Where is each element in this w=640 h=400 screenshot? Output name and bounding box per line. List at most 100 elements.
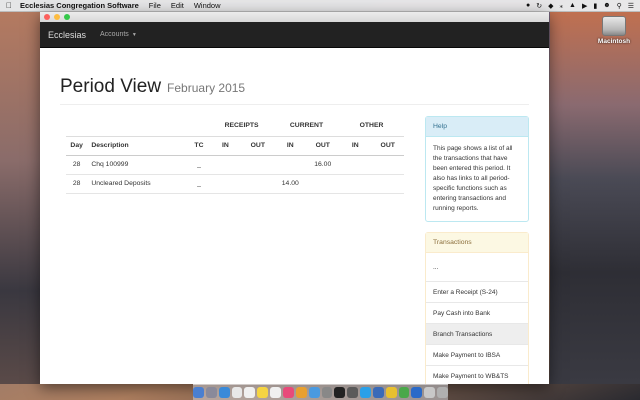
macos-dock	[193, 384, 448, 400]
safari-icon[interactable]	[218, 387, 230, 398]
group-receipts: RECEIPTS	[224, 122, 259, 130]
macos-menubar:  Ecclesias Congregation Software File E…	[0, 0, 640, 12]
cell-current-out	[306, 174, 339, 194]
list-item-payment-wbts[interactable]: Make Payment to WB&TS	[426, 365, 528, 384]
downloads-icon[interactable]	[424, 387, 436, 398]
launchpad-icon[interactable]	[205, 387, 217, 398]
notes-icon[interactable]	[257, 387, 269, 398]
dropbox-icon[interactable]: ◆	[548, 2, 553, 10]
list-item-branch-transactions[interactable]: Branch Transactions	[426, 323, 528, 344]
sidebar-column: Help This page shows a list of all the t…	[425, 116, 529, 384]
ibooks-icon[interactable]	[295, 387, 307, 398]
list-item-enter-receipt[interactable]: Enter a Receipt (S-24)	[426, 281, 528, 302]
cell-other-in	[338, 155, 372, 175]
cell-day: 28	[66, 155, 88, 175]
reminders-icon[interactable]	[270, 387, 281, 398]
terminal-icon[interactable]	[334, 387, 346, 398]
group-spacer	[66, 116, 209, 136]
page-header: Period View February 2015	[60, 76, 529, 105]
table-group-row: RECEIPTS CURRENT OTHER	[66, 116, 404, 136]
list-item-pay-cash-into-bank[interactable]: Pay Cash into Bank	[426, 302, 528, 323]
desktop-background-left	[0, 12, 40, 384]
cell-tc: _	[188, 174, 210, 194]
bluetooth-icon[interactable]: ⁎	[560, 2, 564, 10]
menu-edit[interactable]: Edit	[171, 1, 184, 10]
wifi-icon[interactable]: ▲	[569, 2, 576, 9]
word-icon[interactable]	[372, 387, 384, 398]
apple-icon[interactable]: 	[6, 1, 12, 10]
skype-icon[interactable]	[360, 387, 371, 398]
transactions-panel: Transactions ... Enter a Receipt (S-24) …	[425, 232, 529, 384]
cell-receipts-in	[209, 155, 242, 175]
zoom-window-button[interactable]	[64, 14, 70, 20]
menu-window[interactable]: Window	[194, 1, 221, 10]
itunes-icon[interactable]	[282, 387, 294, 398]
cell-description: Chq 100999	[87, 155, 189, 175]
col-receipts-in: IN	[209, 135, 242, 156]
cell-receipts-out	[241, 155, 275, 175]
macintosh-hd-icon[interactable]: Macintosh	[594, 16, 634, 45]
col-current-out: OUT	[306, 135, 339, 156]
menubar-status-icons: ● ↻ ◆ ⁎ ▲ ▶ ▮ ☻ ⚲ ☰	[526, 2, 640, 10]
help-panel-title: Help	[426, 117, 528, 137]
trash-icon[interactable]	[437, 387, 448, 398]
top-navbar: Ecclesias Accounts ▼	[40, 22, 549, 48]
page-content: Period View February 2015 RECEIPTS CURRE…	[40, 76, 549, 384]
battery-icon[interactable]: ▮	[593, 2, 597, 10]
col-other-out: OUT	[371, 135, 404, 156]
col-tc: TC	[188, 135, 210, 156]
period-transactions-table: RECEIPTS CURRENT OTHER Day Description T…	[66, 116, 404, 194]
cell-other-out	[371, 174, 404, 194]
caret-down-icon: ▼	[131, 32, 137, 38]
mail-icon[interactable]	[231, 387, 243, 398]
finder-icon[interactable]	[193, 387, 204, 398]
excel-icon[interactable]	[398, 387, 410, 398]
accounts-dropdown[interactable]: Accounts ▼	[100, 31, 137, 38]
cell-receipts-in	[209, 174, 242, 194]
table-row[interactable]: 28 Chq 100999 _ 16.00	[66, 155, 404, 175]
hard-drive-icon	[602, 16, 626, 36]
sync-icon[interactable]: ↻	[536, 2, 542, 10]
desktop-background-right	[550, 12, 640, 384]
close-window-button[interactable]	[44, 14, 50, 20]
cell-current-in: 14.00	[274, 174, 307, 194]
cell-day: 28	[66, 174, 88, 194]
cell-receipts-out	[241, 174, 275, 194]
cell-other-in	[338, 174, 372, 194]
list-item-payment-ibsa[interactable]: Make Payment to IBSA	[426, 344, 528, 365]
system-preferences-icon[interactable]	[321, 387, 333, 398]
cell-description: Uncleared Deposits	[87, 174, 189, 194]
menubar-app-name[interactable]: Ecclesias Congregation Software	[20, 1, 139, 10]
drive-label: Macintosh	[597, 38, 631, 45]
app-window: Ecclesias Accounts ▼ Period View February…	[40, 12, 549, 384]
app-icon[interactable]	[411, 387, 423, 398]
list-item-ellipsis[interactable]: ...	[426, 253, 528, 281]
accounts-label: Accounts	[100, 31, 129, 38]
window-titlebar[interactable]	[40, 12, 549, 22]
cell-tc: _	[188, 155, 210, 175]
table-row[interactable]: 28 Uncleared Deposits _ 14.00	[66, 174, 404, 194]
user-icon[interactable]: ☻	[603, 2, 610, 9]
col-receipts-out: OUT	[241, 135, 275, 156]
calendar-icon[interactable]	[244, 387, 256, 398]
notification-center-icon[interactable]: ☰	[628, 2, 634, 10]
menu-file[interactable]: File	[149, 1, 161, 10]
chrome-icon[interactable]	[385, 387, 397, 398]
page-subtitle: February 2015	[167, 81, 246, 95]
help-panel-body: This page shows a list of all the transa…	[433, 145, 513, 212]
activity-monitor-icon[interactable]	[347, 387, 359, 398]
help-panel: Help This page shows a list of all the t…	[425, 116, 529, 222]
main-area: RECEIPTS CURRENT OTHER Day Description T…	[60, 116, 529, 384]
app-store-icon[interactable]	[308, 387, 320, 398]
col-description: Description	[87, 135, 189, 156]
microphone-icon[interactable]: ●	[526, 2, 530, 9]
volume-icon[interactable]: ▶	[582, 2, 587, 10]
col-day: Day	[66, 135, 88, 156]
search-icon[interactable]: ⚲	[617, 2, 622, 10]
cell-current-in	[274, 155, 307, 175]
cell-other-out	[371, 155, 404, 175]
transactions-table-column: RECEIPTS CURRENT OTHER Day Description T…	[66, 116, 412, 384]
transactions-list: ... Enter a Receipt (S-24) Pay Cash into…	[426, 253, 528, 384]
minimize-window-button[interactable]	[54, 14, 60, 20]
navbar-brand[interactable]: Ecclesias	[48, 30, 86, 40]
